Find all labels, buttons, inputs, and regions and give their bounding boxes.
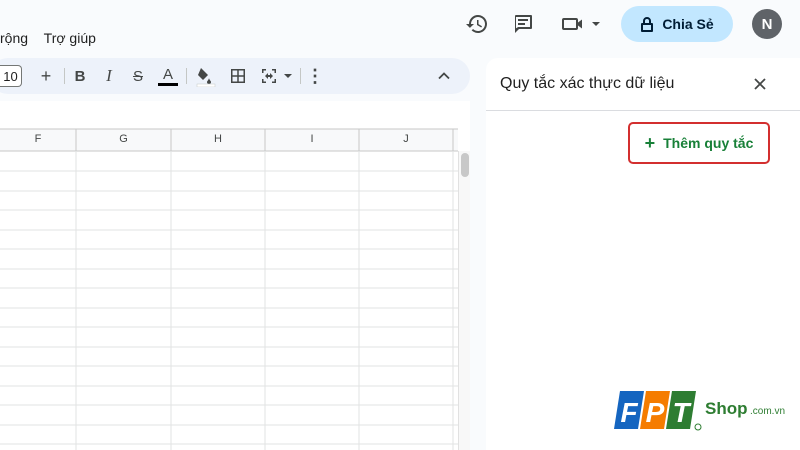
shop-text: Shop xyxy=(705,399,748,418)
vertical-scrollbar[interactable] xyxy=(458,151,470,450)
close-icon[interactable] xyxy=(750,74,770,94)
collapse-toolbar-chevron-icon[interactable] xyxy=(436,65,452,87)
comments-icon[interactable] xyxy=(511,12,535,36)
text-color-letter: A xyxy=(162,65,173,83)
increase-font-size-button[interactable]: + xyxy=(36,65,56,87)
font-size-field[interactable]: 10 xyxy=(0,65,22,87)
column-header-j[interactable]: J xyxy=(359,129,453,149)
toolbar-divider xyxy=(64,68,65,84)
text-color-swatch xyxy=(158,82,178,86)
brand-letter-p: P xyxy=(646,397,665,428)
grid-lines xyxy=(0,128,458,450)
panel-title: Quy tắc xác thực dữ liệu xyxy=(500,75,675,92)
column-header-h[interactable]: H xyxy=(171,129,265,149)
scrollbar-thumb[interactable] xyxy=(461,153,469,177)
app-window: rộng Trợ giúp Chia Sẻ N 10 + B I S A ⋮ F… xyxy=(0,0,800,450)
spreadsheet-grid[interactable]: F G H I J xyxy=(0,101,470,450)
add-rule-label: Thêm quy tắc xyxy=(663,135,754,151)
top-bar: rộng Trợ giúp Chia Sẻ N xyxy=(0,0,800,58)
lock-icon xyxy=(641,17,654,32)
fpt-logo-mark: F P T Shop .com.vn xyxy=(614,391,785,431)
menu-item-help[interactable]: Trợ giúp xyxy=(44,30,96,46)
borders-icon[interactable] xyxy=(229,65,247,87)
italic-button[interactable]: I xyxy=(99,65,119,87)
menu-item-extensions[interactable]: rộng xyxy=(0,30,28,46)
toolbar-divider xyxy=(300,68,301,84)
column-header-g[interactable]: G xyxy=(76,129,171,149)
share-label: Chia Sẻ xyxy=(662,16,714,32)
plus-icon: + xyxy=(644,132,656,153)
merge-cells-icon[interactable] xyxy=(260,65,294,87)
meet-camera-icon[interactable] xyxy=(561,12,601,36)
column-header-i[interactable]: I xyxy=(265,129,359,149)
toolbar-divider xyxy=(186,68,187,84)
text-color-button[interactable]: A xyxy=(156,65,180,87)
fill-color-icon[interactable] xyxy=(195,65,217,87)
version-history-icon[interactable] xyxy=(465,12,489,36)
brand-letter-t: T xyxy=(672,397,692,428)
bold-button[interactable]: B xyxy=(70,65,90,87)
formatting-toolbar: 10 + B I S A ⋮ xyxy=(0,58,470,94)
column-header-f[interactable]: F xyxy=(0,129,76,149)
domain-suffix: .com.vn xyxy=(750,406,785,417)
brand-letter-f: F xyxy=(620,397,638,428)
more-options-icon[interactable]: ⋮ xyxy=(306,65,324,87)
strikethrough-button[interactable]: S xyxy=(128,65,148,87)
share-button[interactable]: Chia Sẻ xyxy=(621,6,733,42)
fpt-shop-logo: F P T Shop .com.vn xyxy=(614,385,800,435)
add-rule-button[interactable]: + Thêm quy tắc xyxy=(628,122,770,164)
menu-bar: rộng Trợ giúp xyxy=(0,30,108,46)
avatar[interactable]: N xyxy=(752,9,782,39)
panel-divider xyxy=(486,110,800,111)
